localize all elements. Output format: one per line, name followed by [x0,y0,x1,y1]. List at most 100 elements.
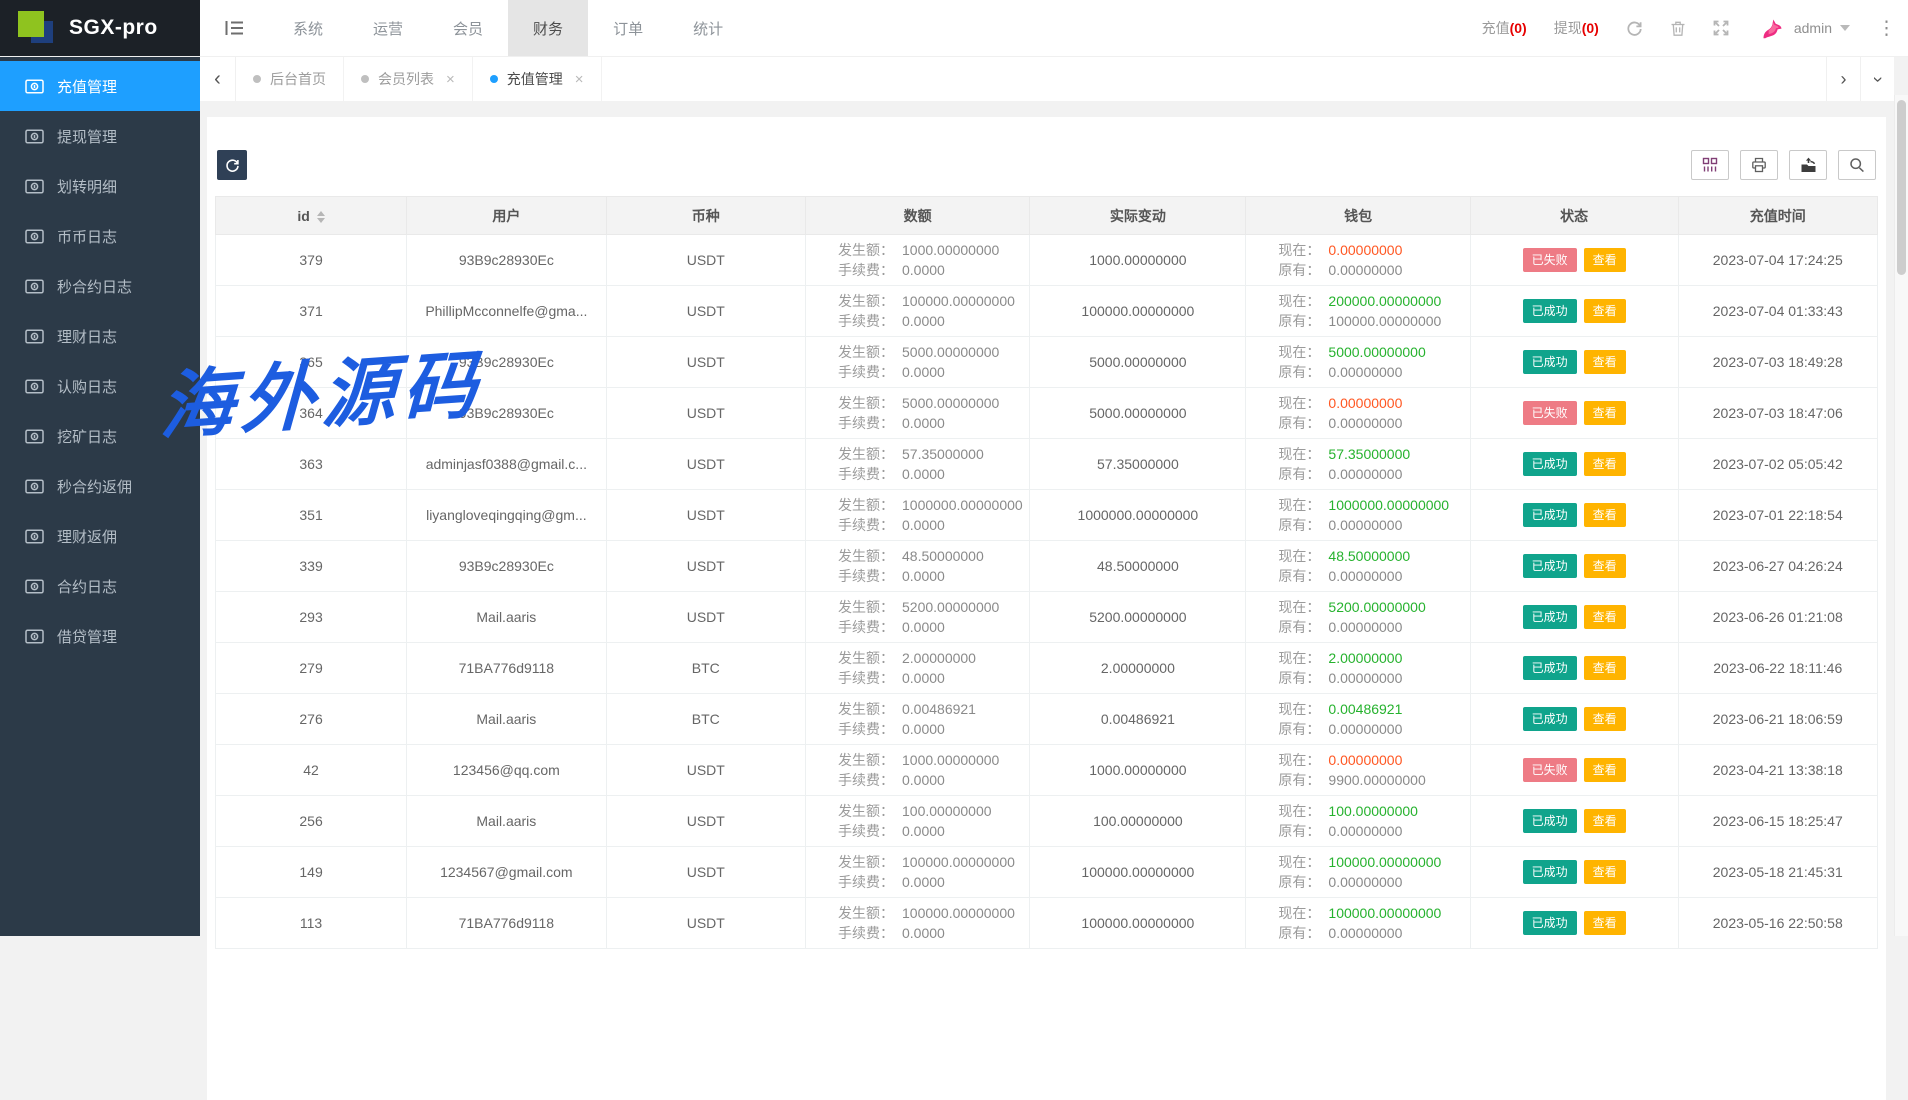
cell-status: 已失败查看 [1470,388,1678,439]
view-button[interactable]: 查看 [1584,860,1626,884]
cell-id: 364 [216,388,407,439]
sidebar-item[interactable]: 划转明细 [0,161,200,211]
cell-user: 93B9c28930Ec [407,388,606,439]
user-name: 71BA776d9118 [409,660,603,676]
view-button[interactable]: 查看 [1584,299,1626,323]
tab-close-icon[interactable]: × [575,71,584,88]
sort-icon[interactable] [317,211,325,223]
column-header[interactable]: id [216,197,407,235]
wallet-now-value: 2.00000000 [1328,648,1402,668]
sidebar-item[interactable]: 币币日志 [0,211,200,261]
sort-desc-icon[interactable] [317,218,325,223]
money-icon [25,179,44,194]
tabs-scroll-right-icon[interactable]: › [1826,57,1860,101]
topnav-item[interactable]: 会员 [428,0,508,56]
sidebar-item-label: 理财日志 [57,326,117,347]
wallet-now-label: 现在： [1278,852,1320,872]
sidebar-item[interactable]: 合约日志 [0,561,200,611]
view-button[interactable]: 查看 [1584,350,1626,374]
view-button[interactable]: 查看 [1584,248,1626,272]
sidebar-item[interactable]: 挖矿日志 [0,411,200,461]
issue-amount-value: 1000000.00000000 [902,495,1023,515]
tabs-menu-icon[interactable]: › [1860,57,1894,101]
wallet-now: 现在：0.00000000 [1278,393,1467,413]
trash-icon[interactable] [1670,20,1686,37]
status-badge: 已成功 [1523,299,1577,323]
more-options-icon[interactable]: ⋮ [1877,19,1896,38]
topnav-item[interactable]: 订单 [588,0,668,56]
issue-amount-label: 发生额： [838,546,894,566]
cell-time: 2023-04-21 13:38:18 [1678,745,1877,796]
sidebar-item[interactable]: 认购日志 [0,361,200,411]
export-button[interactable] [1789,150,1827,180]
wallet-original-label: 原有： [1278,719,1320,739]
sidebar-item[interactable]: 秒合约日志 [0,261,200,311]
topnav-item[interactable]: 财务 [508,0,588,56]
fullscreen-icon[interactable] [1713,20,1729,36]
cell-status: 已成功查看 [1470,847,1678,898]
view-button[interactable]: 查看 [1584,605,1626,629]
fee-amount: 手续费：0.0000 [838,872,1027,892]
wallet-original-value: 0.00000000 [1328,617,1402,637]
view-button[interactable]: 查看 [1584,707,1626,731]
cell-coin: USDT [606,847,805,898]
view-button[interactable]: 查看 [1584,911,1626,935]
columns-filter-button[interactable] [1691,150,1729,180]
withdraw-count: (0) [1582,20,1599,36]
table-refresh-button[interactable] [217,150,247,180]
fee-amount: 手续费：0.0000 [838,770,1027,790]
vertical-scrollbar[interactable] [1894,95,1908,936]
withdraw-pending-link[interactable]: 提现(0) [1554,18,1599,38]
wallet-original: 原有：0.00000000 [1278,515,1467,535]
cell-time: 2023-07-03 18:47:06 [1678,388,1877,439]
wallet-now: 现在：100.00000000 [1278,801,1467,821]
view-button[interactable]: 查看 [1584,401,1626,425]
tab-item[interactable]: 会员列表× [344,57,473,101]
sidebar-item[interactable]: 秒合约返佣 [0,461,200,511]
print-button[interactable] [1740,150,1778,180]
sort-asc-icon[interactable] [317,211,325,216]
issue-amount-label: 发生额： [838,291,894,311]
cell-user: liyangloveqingqing@gm... [407,490,606,541]
user-menu[interactable]: admin [1756,12,1850,45]
view-button[interactable]: 查看 [1584,554,1626,578]
issue-amount: 发生额：5000.00000000 [838,342,1027,362]
topnav-item[interactable]: 统计 [668,0,748,56]
table-row: 37993B9c28930EcUSDT发生额：1000.00000000手续费：… [216,235,1878,286]
cell-wallet: 现在：1000000.00000000原有：0.00000000 [1246,490,1470,541]
fee-amount-value: 0.0000 [902,566,945,586]
recharge-count: (0) [1510,20,1527,36]
issue-amount: 发生额：1000.00000000 [838,240,1027,260]
tabs-scroll-left-icon[interactable]: ‹ [200,57,236,101]
issue-amount-value: 1000.00000000 [902,240,999,260]
sidebar-item[interactable]: 理财返佣 [0,511,200,561]
cell-actual-change: 0.00486921 [1030,694,1246,745]
cell-wallet: 现在：100000.00000000原有：0.00000000 [1246,847,1470,898]
cell-id: 363 [216,439,407,490]
tab-item[interactable]: 后台首页 [236,57,344,101]
wallet-now-label: 现在： [1278,546,1320,566]
sidebar-toggle-icon[interactable] [200,0,268,56]
sidebar-item[interactable]: 借贷管理 [0,611,200,661]
refresh-icon[interactable] [1626,20,1643,37]
view-button[interactable]: 查看 [1584,452,1626,476]
tab-dot-icon [253,75,261,83]
view-button[interactable]: 查看 [1584,809,1626,833]
scrollbar-thumb[interactable] [1897,100,1906,275]
tab-close-icon[interactable]: × [446,71,455,88]
topnav-item[interactable]: 运营 [348,0,428,56]
table-row: 276Mail.aarisBTC发生额：0.00486921手续费：0.0000… [216,694,1878,745]
view-button[interactable]: 查看 [1584,503,1626,527]
view-button[interactable]: 查看 [1584,758,1626,782]
recharge-pending-link[interactable]: 充值(0) [1482,18,1527,38]
sidebar-item[interactable]: 理财日志 [0,311,200,361]
status-badge: 已成功 [1523,911,1577,935]
topnav-item[interactable]: 系统 [268,0,348,56]
table-row: 42123456@qq.comUSDT发生额：1000.00000000手续费：… [216,745,1878,796]
search-icon[interactable] [1838,150,1876,180]
sidebar-item[interactable]: 充值管理 [0,61,200,111]
sidebar-item[interactable]: 提现管理 [0,111,200,161]
tab-item[interactable]: 充值管理× [473,57,602,101]
view-button[interactable]: 查看 [1584,656,1626,680]
wallet-now: 现在：100000.00000000 [1278,903,1467,923]
